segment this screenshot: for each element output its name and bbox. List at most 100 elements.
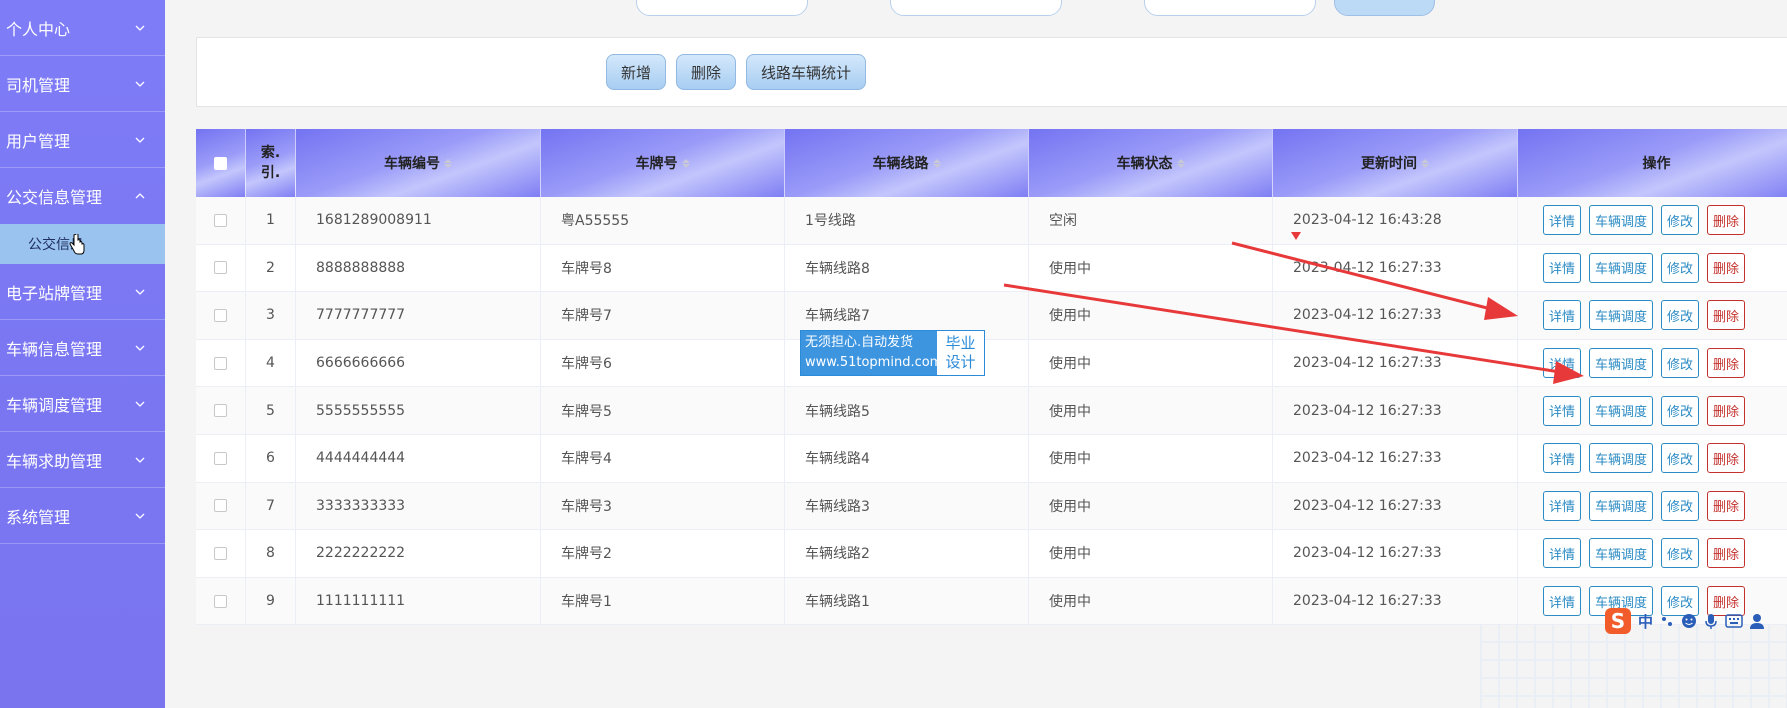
detail-button[interactable]: 详情 bbox=[1543, 586, 1582, 617]
search-input-1[interactable] bbox=[636, 0, 808, 16]
sidebar-item-e-stop-sign[interactable]: 电子站牌管理 bbox=[0, 264, 165, 320]
delete-button[interactable]: 删除 bbox=[675, 54, 736, 90]
header-route[interactable]: 车辆线路 bbox=[785, 129, 1029, 197]
search-button[interactable] bbox=[1334, 0, 1435, 16]
row-checkbox-cell[interactable] bbox=[196, 339, 246, 387]
row-delete-button[interactable]: 删除 bbox=[1707, 300, 1746, 331]
row-checkbox[interactable] bbox=[214, 261, 227, 275]
row-checkbox-cell[interactable] bbox=[196, 577, 246, 625]
row-checkbox-cell[interactable] bbox=[196, 244, 246, 292]
sidebar-item-personal-center[interactable]: 个人中心 bbox=[0, 0, 165, 56]
dispatch-button[interactable]: 车辆调度 bbox=[1589, 395, 1654, 426]
sidebar-item-driver-management[interactable]: 司机管理 bbox=[0, 56, 165, 112]
header-plate[interactable]: 车牌号 bbox=[541, 129, 785, 197]
row-checkbox[interactable] bbox=[214, 451, 227, 465]
sidebar-item-user-management[interactable]: 用户管理 bbox=[0, 112, 165, 168]
search-input-2[interactable] bbox=[890, 0, 1062, 16]
row-delete-button[interactable]: 删除 bbox=[1707, 348, 1746, 379]
edit-button[interactable]: 修改 bbox=[1661, 348, 1700, 379]
dispatch-button[interactable]: 车辆调度 bbox=[1589, 538, 1654, 569]
sidebar-item-vehicle-dispatch[interactable]: 车辆调度管理 bbox=[0, 376, 165, 432]
row-checkbox[interactable] bbox=[214, 404, 227, 418]
microphone-icon[interactable] bbox=[1704, 613, 1718, 629]
row-checkbox[interactable] bbox=[214, 356, 227, 370]
ime-mode-indicator[interactable]: 中 bbox=[1638, 611, 1653, 632]
detail-button[interactable]: 详情 bbox=[1543, 443, 1582, 474]
edit-button[interactable]: 修改 bbox=[1661, 538, 1700, 569]
sidebar-item-vehicle-help[interactable]: 车辆求助管理 bbox=[0, 432, 165, 488]
cell-plate: 车牌号4 bbox=[541, 434, 785, 482]
row-delete-button[interactable]: 删除 bbox=[1707, 490, 1746, 521]
edit-button[interactable]: 修改 bbox=[1661, 490, 1700, 521]
keyboard-icon[interactable] bbox=[1725, 614, 1743, 628]
header-vehicle-no[interactable]: 车辆编号 bbox=[296, 129, 541, 197]
row-delete-button[interactable]: 删除 bbox=[1707, 205, 1746, 236]
sort-icon[interactable] bbox=[1176, 158, 1185, 168]
sidebar-item-bus-info-management[interactable]: 公交信息管理 bbox=[0, 168, 165, 224]
sort-icon[interactable] bbox=[932, 158, 941, 168]
sort-icon[interactable] bbox=[1421, 158, 1429, 168]
sort-icon[interactable] bbox=[444, 158, 452, 168]
edit-button[interactable]: 修改 bbox=[1661, 252, 1700, 283]
row-checkbox[interactable] bbox=[214, 213, 227, 227]
user-settings-icon[interactable] bbox=[1750, 613, 1768, 629]
detail-button[interactable]: 详情 bbox=[1543, 300, 1582, 331]
dispatch-button[interactable]: 车辆调度 bbox=[1589, 252, 1654, 283]
dispatch-button[interactable]: 车辆调度 bbox=[1589, 443, 1654, 474]
cell-index: 8 bbox=[246, 530, 296, 577]
chevron-down-icon bbox=[133, 509, 147, 523]
route-vehicle-stats-button[interactable]: 线路车辆统计 bbox=[746, 54, 867, 90]
dispatch-button[interactable]: 车辆调度 bbox=[1589, 348, 1654, 379]
punctuation-icon[interactable] bbox=[1660, 614, 1674, 628]
row-checkbox[interactable] bbox=[214, 499, 227, 513]
chevron-down-icon bbox=[133, 285, 147, 299]
dispatch-button[interactable]: 车辆调度 bbox=[1589, 300, 1654, 331]
detail-button[interactable]: 详情 bbox=[1543, 538, 1582, 569]
row-checkbox-cell[interactable] bbox=[196, 292, 246, 339]
row-delete-button[interactable]: 删除 bbox=[1707, 538, 1746, 569]
row-checkbox[interactable] bbox=[214, 594, 227, 608]
detail-button[interactable]: 详情 bbox=[1543, 490, 1582, 521]
table-row: 7 3333333333 车牌号3 车辆线路3 使用中 2023-04-12 16:27:… bbox=[196, 482, 1787, 531]
row-delete-button[interactable]: 删除 bbox=[1707, 443, 1746, 474]
header-updated[interactable]: 更新时间 bbox=[1273, 129, 1518, 197]
ime-toolbar[interactable]: S 中 bbox=[1603, 606, 1787, 636]
row-checkbox-cell[interactable] bbox=[196, 530, 246, 577]
search-input-3[interactable] bbox=[1144, 0, 1316, 16]
detail-button[interactable]: 详情 bbox=[1543, 395, 1582, 426]
emoji-icon[interactable] bbox=[1681, 613, 1697, 629]
edit-button[interactable]: 修改 bbox=[1661, 443, 1700, 474]
row-checkbox-cell[interactable] bbox=[196, 387, 246, 434]
row-delete-button[interactable]: 删除 bbox=[1707, 252, 1746, 283]
cell-route: 车辆线路4 bbox=[785, 434, 1029, 482]
add-button[interactable]: 新增 bbox=[605, 54, 666, 90]
cell-index: 4 bbox=[246, 339, 296, 387]
select-all-checkbox-cell[interactable] bbox=[196, 129, 246, 197]
row-delete-button[interactable]: 删除 bbox=[1707, 395, 1746, 426]
cell-updated: 2023-04-12 16:27:33 bbox=[1273, 292, 1518, 339]
edit-button[interactable]: 修改 bbox=[1661, 205, 1700, 236]
sidebar-subitem-bus-info[interactable]: 公交信息 bbox=[0, 224, 165, 264]
row-checkbox[interactable] bbox=[214, 546, 227, 560]
sort-icon[interactable] bbox=[681, 158, 690, 168]
cell-vehicle-no: 7777777777 bbox=[296, 292, 541, 339]
cell-plate: 车牌号1 bbox=[541, 577, 785, 625]
header-status[interactable]: 车辆状态 bbox=[1029, 129, 1273, 197]
dispatch-button[interactable]: 车辆调度 bbox=[1589, 205, 1654, 236]
sidebar-item-vehicle-info[interactable]: 车辆信息管理 bbox=[0, 320, 165, 376]
select-all-checkbox[interactable] bbox=[214, 156, 227, 170]
detail-button[interactable]: 详情 bbox=[1543, 205, 1582, 236]
row-checkbox[interactable] bbox=[214, 308, 227, 322]
edit-button[interactable]: 修改 bbox=[1661, 395, 1700, 426]
edit-button[interactable]: 修改 bbox=[1661, 300, 1700, 331]
cell-index: 2 bbox=[246, 244, 296, 292]
dispatch-button[interactable]: 车辆调度 bbox=[1589, 490, 1654, 521]
row-checkbox-cell[interactable] bbox=[196, 482, 246, 530]
sidebar-item-system-management[interactable]: 系统管理 bbox=[0, 488, 165, 544]
row-checkbox-cell[interactable] bbox=[196, 197, 246, 244]
detail-button[interactable]: 详情 bbox=[1543, 252, 1582, 283]
detail-button[interactable]: 详情 bbox=[1543, 348, 1582, 379]
row-checkbox-cell[interactable] bbox=[196, 434, 246, 482]
cell-ops: 详情 车辆调度 修改 删除 bbox=[1518, 435, 1787, 482]
cell-route: 车辆线路3 bbox=[785, 482, 1029, 530]
